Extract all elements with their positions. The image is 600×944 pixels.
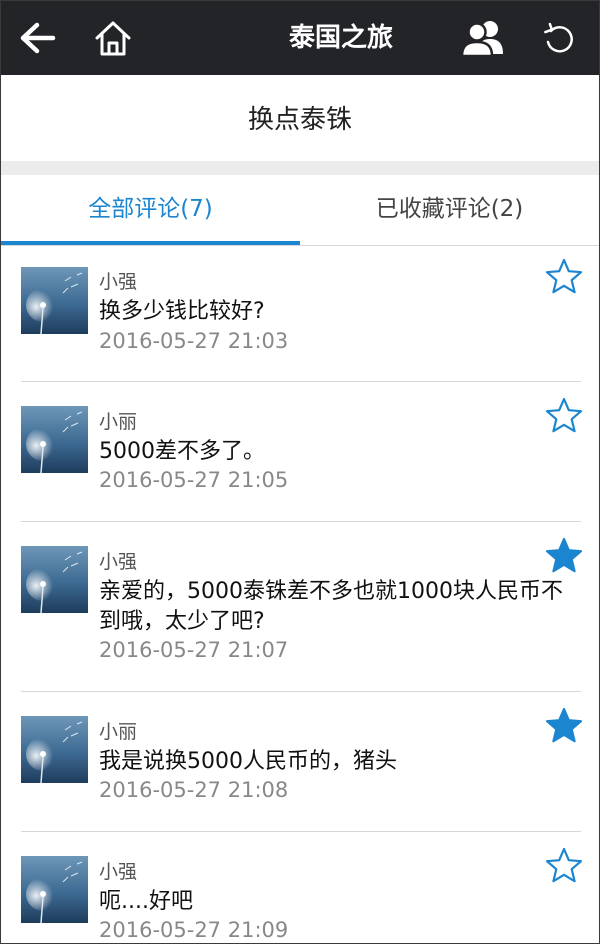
users-button[interactable] [453,1,513,75]
comment-time: 2016-05-27 21:05 [99,468,289,492]
dandelion-avatar-icon [21,406,88,473]
dandelion-avatar-icon [21,546,88,613]
avatar [21,716,88,783]
favorite-star-button[interactable] [545,537,583,573]
comment-time: 2016-05-27 21:08 [99,778,289,802]
comment-item: 小丽 我是说换5000人民币的，猪头 2016-05-27 21:08 [1,692,599,832]
comment-time: 2016-05-27 21:09 [99,918,289,942]
topic-title: 换点泰铢 [247,105,352,135]
comment-author: 小强 [99,271,138,293]
app-title: 泰国之旅 [289,23,394,53]
tab-all-comments[interactable]: 全部评论(7) [1,175,300,245]
comment-text: 呃....好吧 [99,889,193,914]
comment-author: 小强 [99,551,138,573]
section-divider [1,161,599,175]
comment-item: 小强 呃....好吧 2016-05-27 21:09 [1,832,599,943]
comment-item: 小强 亲爱的，5000泰铢差不多也就1000块人民币不到哦，太少了吧? 2016… [1,522,599,692]
favorite-star-button[interactable] [545,258,583,294]
star-outline-icon [545,397,583,433]
dandelion-avatar-icon [21,856,88,923]
tab-favorite-comments[interactable]: 已收藏评论(2) [300,175,599,245]
favorite-star-button[interactable] [545,847,583,883]
star-outline-icon [545,847,583,883]
comment-text: 5000差不多了。 [99,439,265,464]
dandelion-avatar-icon [21,267,88,334]
topic-header: 换点泰铢 [1,75,599,161]
star-outline-icon [545,258,583,294]
refresh-button[interactable] [529,1,589,75]
comment-item: 小强 换多少钱比较好? 2016-05-27 21:03 [1,245,599,382]
avatar [21,267,88,334]
comment-author: 小丽 [99,721,138,743]
comment-item: 小丽 5000差不多了。 2016-05-27 21:05 [1,382,599,522]
avatar [21,546,88,613]
comment-text: 亲爱的，5000泰铢差不多也就1000块人民币不到哦，太少了吧? [99,579,563,634]
star-filled-icon [545,537,583,573]
comment-author: 小丽 [99,411,138,433]
comment-time: 2016-05-27 21:03 [99,329,289,353]
avatar [21,406,88,473]
star-filled-icon [545,707,583,743]
comment-tabs: 全部评论(7) 已收藏评论(2) [1,175,599,246]
comment-text: 我是说换5000人民币的，猪头 [99,749,397,774]
favorite-star-button[interactable] [545,707,583,743]
refresh-icon [544,22,573,53]
dandelion-avatar-icon [21,716,88,783]
home-icon [95,21,131,56]
top-navigation-bar: 泰国之旅 [1,1,599,75]
users-icon [460,21,503,58]
app-frame: 泰国之旅 换点泰铢 全部评论(7) 已收藏评论(2) 小强 换多少钱比较好? 2… [0,0,600,944]
comment-text: 换多少钱比较好? [99,299,265,324]
comment-time: 2016-05-27 21:07 [99,638,289,662]
back-arrow-icon [20,22,56,54]
home-button[interactable] [83,1,143,75]
favorite-star-button[interactable] [545,397,583,433]
back-button[interactable] [9,1,65,75]
comment-author: 小强 [99,861,138,883]
avatar [21,856,88,923]
